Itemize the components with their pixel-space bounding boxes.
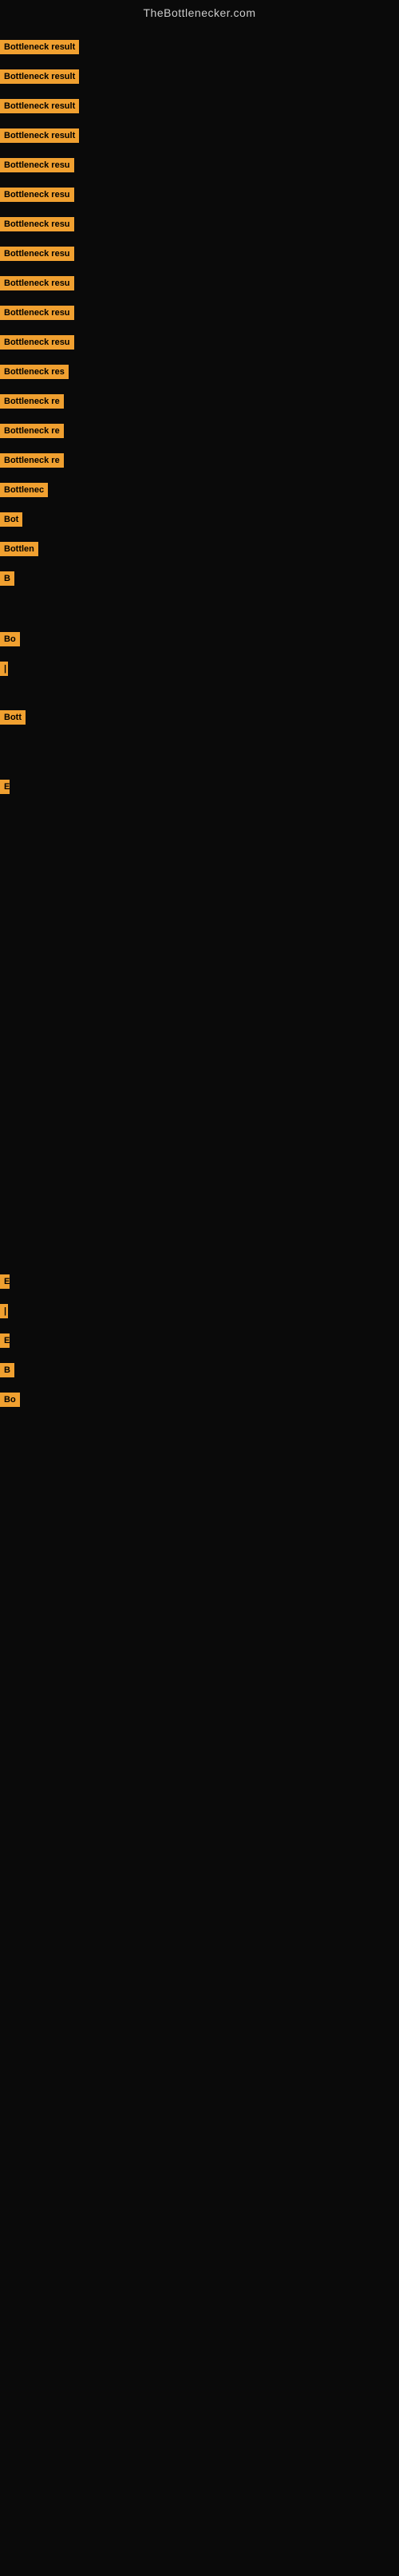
bottleneck-badge: |	[0, 1304, 8, 1318]
bottleneck-badge: Bo	[0, 1393, 20, 1407]
bottleneck-row: Bottleneck result	[0, 37, 79, 57]
bottleneck-row: Bottleneck resu	[0, 184, 74, 205]
bottleneck-row: Bottleneck resu	[0, 332, 74, 353]
bottleneck-badge: |	[0, 662, 8, 676]
bottleneck-row: Bottleneck resu	[0, 243, 74, 264]
bottleneck-badge: Bottleneck resu	[0, 158, 74, 172]
bottleneck-badge: Bottleneck resu	[0, 335, 74, 350]
bottleneck-row: Bot	[0, 509, 22, 530]
bottleneck-row: Bott	[0, 707, 26, 728]
bottleneck-badge: Bott	[0, 710, 26, 725]
bottleneck-badge: Bottleneck re	[0, 424, 64, 438]
bottleneck-badge: B	[0, 1363, 14, 1377]
bottleneck-badge: Bottleneck resu	[0, 188, 74, 202]
bottleneck-row: E	[0, 776, 10, 797]
bottleneck-badge: Bottleneck re	[0, 394, 64, 409]
bottleneck-badge: Bottleneck resu	[0, 276, 74, 290]
bottleneck-row: E	[0, 1271, 10, 1292]
bottleneck-badge: Bottleneck result	[0, 128, 79, 143]
bottleneck-row: Bottleneck resu	[0, 273, 74, 294]
bottleneck-badge: Bottlen	[0, 542, 38, 556]
bottleneck-row: B	[0, 1360, 14, 1381]
bottleneck-badge: Bottleneck result	[0, 40, 79, 54]
bottleneck-row: Bottleneck resu	[0, 214, 74, 235]
bottleneck-badge: Bot	[0, 512, 22, 527]
bottleneck-row: E	[0, 1330, 10, 1351]
bottleneck-row: Bottleneck result	[0, 66, 79, 87]
bottleneck-badge: Bottleneck result	[0, 69, 79, 84]
bottleneck-badge: Bottlenec	[0, 483, 48, 497]
bottleneck-badge: Bottleneck res	[0, 365, 69, 379]
bottleneck-row: Bottleneck re	[0, 391, 64, 412]
bottleneck-row: Bottleneck resu	[0, 155, 74, 176]
bottleneck-row: |	[0, 658, 8, 679]
bottleneck-row: Bottleneck result	[0, 125, 79, 146]
bottleneck-row: B	[0, 568, 14, 589]
bottleneck-badge: Bottleneck result	[0, 99, 79, 113]
bottleneck-row: Bottleneck resu	[0, 302, 74, 323]
bottleneck-badge: E	[0, 1274, 10, 1289]
bottleneck-badge: E	[0, 780, 10, 794]
bottleneck-row: Bottleneck re	[0, 421, 64, 441]
bottleneck-row: Bottleneck result	[0, 96, 79, 117]
bottleneck-badge: Bottleneck resu	[0, 217, 74, 231]
bottleneck-badge: B	[0, 571, 14, 586]
bottleneck-badge: Bo	[0, 632, 20, 646]
bottleneck-row: Bottleneck res	[0, 362, 69, 382]
bottleneck-row: Bo	[0, 1389, 20, 1410]
bottleneck-badge: Bottleneck resu	[0, 306, 74, 320]
bottleneck-row: Bo	[0, 629, 20, 650]
bottleneck-row: Bottlen	[0, 539, 38, 559]
bottleneck-badge: E	[0, 1333, 10, 1348]
bottleneck-row: Bottleneck re	[0, 450, 64, 471]
site-title: TheBottlenecker.com	[0, 0, 399, 22]
bottleneck-row: |	[0, 1301, 8, 1322]
bottleneck-badge: Bottleneck resu	[0, 247, 74, 261]
bottleneck-badge: Bottleneck re	[0, 453, 64, 468]
bottleneck-row: Bottlenec	[0, 480, 48, 500]
